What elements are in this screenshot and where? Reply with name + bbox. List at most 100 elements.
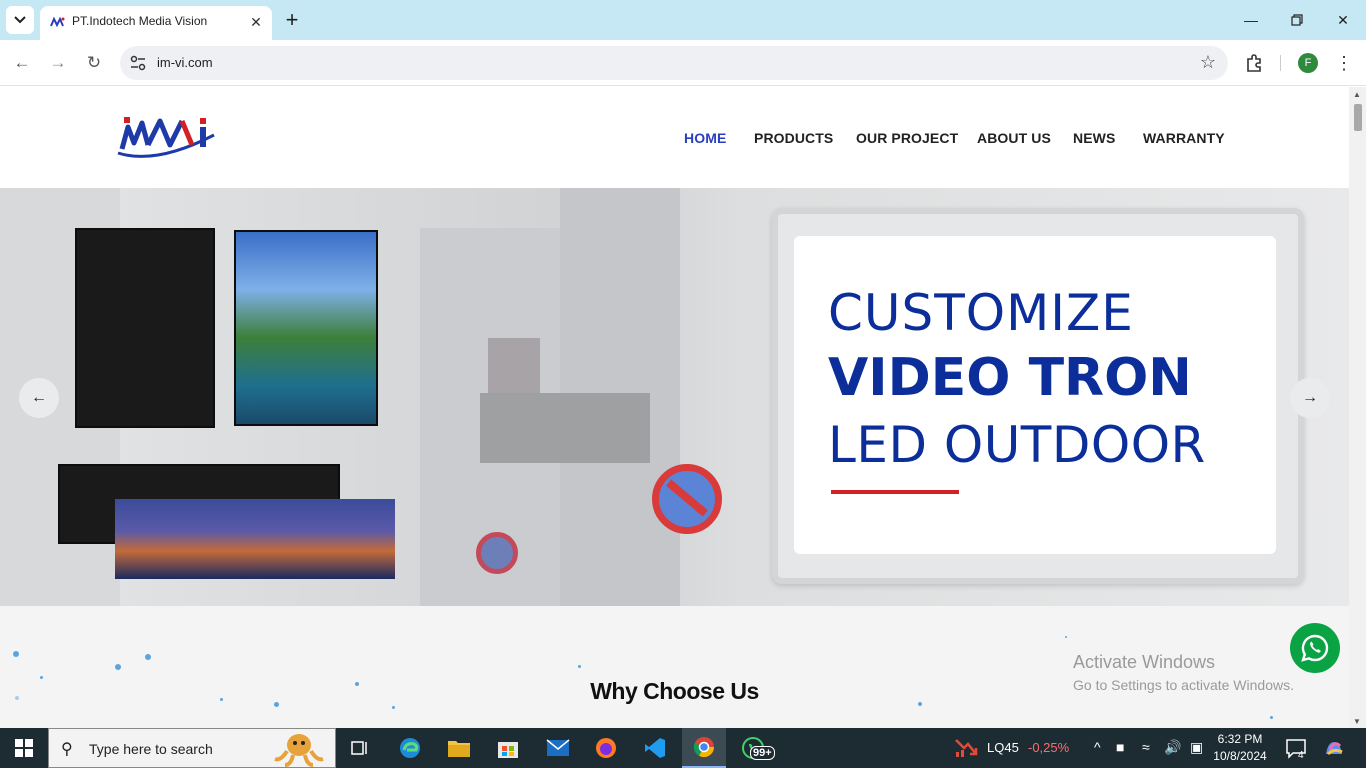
browser-tab[interactable]: PT.Indotech Media Vision ✕ — [40, 6, 272, 40]
clock-time: 6:32 PM — [1217, 732, 1263, 746]
task-view-icon — [351, 741, 367, 755]
imvi-logo[interactable] — [116, 113, 220, 161]
why-choose-us-section: Why Choose Us Activate Windows Go to Set… — [0, 606, 1349, 728]
wifi-icon[interactable]: ≈ — [1142, 739, 1150, 755]
arrow-right-icon: → — [49, 53, 67, 72]
scrollbar-thumb[interactable] — [1354, 104, 1362, 131]
site-header: HOME PRODUCTS OUR PROJECT ABOUT US NEWS … — [0, 87, 1349, 188]
taskbar-search-box[interactable]: ⚲ Type here to search — [48, 728, 336, 768]
folder-icon — [448, 741, 470, 757]
taskbar-chrome[interactable] — [682, 728, 726, 768]
hero-headline-line3: LED OUTDOOR — [828, 416, 1206, 474]
close-window-button[interactable]: ✕ — [1328, 8, 1358, 32]
search-icon: ⚲ — [61, 741, 73, 758]
taskbar-search-placeholder: Type here to search — [89, 741, 213, 757]
hero-slider: CUSTOMIZE VIDEO TRON LED OUTDOOR ← → — [0, 188, 1349, 606]
vscode-icon — [645, 738, 665, 758]
taskbar-edge[interactable] — [388, 728, 432, 768]
back-button[interactable]: ← — [9, 50, 35, 76]
no-parking-sign-image — [652, 464, 722, 534]
windows-taskbar: ⚲ Type here to search 99+ LQ45 -0,25% ^ … — [0, 728, 1366, 768]
particle-dot — [1065, 636, 1067, 638]
tab-title: PT.Indotech Media Vision — [72, 14, 208, 28]
nav-about-us[interactable]: ABOUT US — [977, 130, 1051, 146]
firefox-icon — [596, 738, 616, 758]
browser-toolbar: ← → ↻ im-vi.com ☆ F ⋮ — [0, 40, 1366, 86]
led-screen-city-night-image — [115, 499, 395, 579]
chrome-icon — [693, 737, 715, 758]
particle-dot — [392, 706, 395, 709]
taskbar-firefox[interactable] — [584, 728, 628, 768]
hero-headline-line1: CUSTOMIZE — [828, 284, 1134, 342]
show-hidden-icons-icon[interactable]: ^ — [1094, 739, 1101, 755]
whatsapp-icon — [1301, 634, 1329, 662]
notifications-icon[interactable]: 4 — [1284, 736, 1308, 760]
search-highlight-octopus-icon — [274, 734, 324, 767]
reload-button[interactable]: ↻ — [81, 50, 107, 76]
url-text[interactable]: im-vi.com — [157, 55, 213, 70]
arrow-left-icon: ← — [31, 389, 47, 406]
page-viewport: HOME PRODUCTS OUR PROJECT ABOUT US NEWS … — [0, 87, 1349, 728]
meet-now-icon[interactable]: ▣ — [1190, 739, 1203, 756]
arrow-left-icon: ← — [13, 53, 31, 72]
scroll-down-icon[interactable]: ▼ — [1353, 717, 1361, 726]
stock-ticker-name[interactable]: LQ45 — [987, 740, 1019, 755]
taskbar-clock[interactable]: 6:32 PM 10/8/2024 — [1212, 731, 1268, 765]
taskbar-file-explorer[interactable] — [437, 728, 481, 768]
led-screen-landscape-image — [234, 230, 378, 426]
scroll-up-icon[interactable]: ▲ — [1353, 90, 1361, 99]
slider-next-button[interactable]: → — [1290, 378, 1330, 418]
particle-dot — [1270, 716, 1273, 719]
hero-headline-line2: VIDEO TRON — [828, 348, 1192, 408]
nav-warranty[interactable]: WARRANTY — [1143, 130, 1225, 146]
restore-button[interactable] — [1282, 8, 1312, 32]
hero-billboard-panel: CUSTOMIZE VIDEO TRON LED OUTDOOR — [794, 236, 1276, 554]
particle-dot — [145, 654, 151, 660]
activate-windows-title: Activate Windows — [1073, 652, 1216, 672]
activate-windows-watermark: Activate Windows Go to Settings to activ… — [1073, 652, 1294, 693]
site-favicon-icon — [50, 16, 65, 28]
tab-close-icon[interactable]: ✕ — [246, 12, 266, 32]
start-button[interactable] — [0, 728, 48, 768]
site-info-icon[interactable] — [128, 53, 148, 73]
stock-ticker-change[interactable]: -0,25% — [1028, 740, 1069, 755]
windows-logo-icon — [15, 739, 33, 757]
toolbar-divider — [1280, 55, 1281, 71]
nav-products[interactable]: PRODUCTS — [754, 130, 833, 146]
whatsapp-chat-button[interactable] — [1290, 623, 1340, 673]
store-icon — [498, 742, 518, 758]
browser-menu-icon[interactable]: ⋮ — [1334, 50, 1354, 76]
mail-icon — [546, 739, 570, 756]
bookmark-star-icon[interactable]: ☆ — [1200, 52, 1216, 73]
hero-bg-street-sign — [480, 393, 650, 463]
tab-search-dropdown-button[interactable] — [6, 6, 34, 34]
slider-prev-button[interactable]: ← — [19, 378, 59, 418]
profile-avatar[interactable]: F — [1298, 53, 1318, 73]
stock-down-icon[interactable] — [954, 738, 978, 758]
particle-dot — [578, 665, 581, 668]
reload-icon: ↻ — [86, 53, 102, 72]
taskbar-store[interactable] — [486, 728, 530, 768]
nav-our-project[interactable]: OUR PROJECT — [856, 130, 958, 146]
edge-icon — [400, 738, 420, 758]
new-tab-button[interactable]: + — [280, 7, 304, 32]
chevron-down-icon — [14, 16, 26, 24]
copilot-icon[interactable] — [1322, 736, 1346, 760]
hero-underline-accent — [831, 490, 959, 494]
taskbar-mail[interactable] — [536, 728, 580, 768]
task-view-button[interactable] — [338, 728, 382, 768]
hero-billboard: CUSTOMIZE VIDEO TRON LED OUTDOOR — [772, 208, 1304, 584]
nav-news[interactable]: NEWS — [1073, 130, 1115, 146]
page-scrollbar[interactable]: ▲ ▼ — [1349, 87, 1366, 728]
extensions-puzzle-icon[interactable] — [1243, 51, 1267, 75]
notification-count: 4 — [1298, 750, 1304, 760]
nav-home[interactable]: HOME — [684, 130, 726, 146]
address-bar[interactable]: im-vi.com ☆ — [120, 46, 1228, 80]
volume-icon[interactable]: 🔊 — [1164, 739, 1181, 756]
taskbar-vscode[interactable] — [633, 728, 677, 768]
clock-date: 10/8/2024 — [1213, 749, 1267, 763]
led-cabinet-back-image — [75, 228, 215, 428]
minimize-button[interactable]: — — [1236, 8, 1266, 32]
forward-button[interactable]: → — [45, 50, 71, 76]
network-status-icon[interactable]: ■ — [1116, 739, 1124, 755]
